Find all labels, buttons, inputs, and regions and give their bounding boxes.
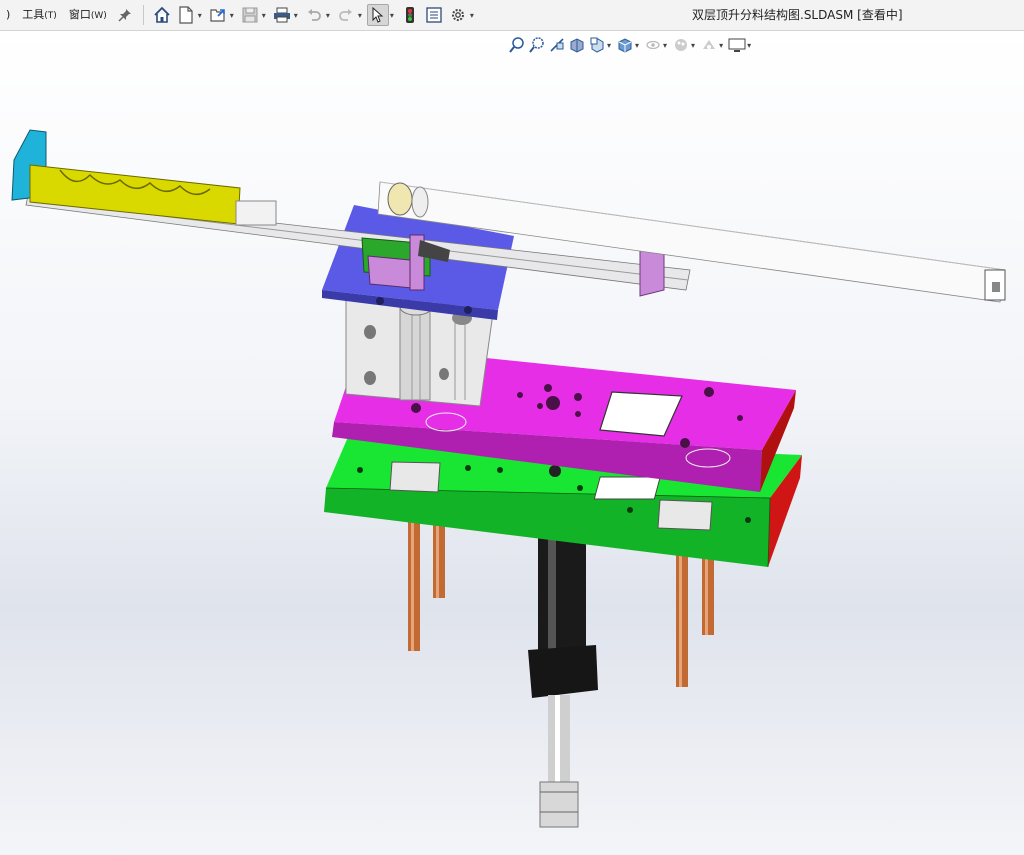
zoom-to-fit-icon[interactable] <box>507 35 527 55</box>
chevron-down-icon[interactable]: ▾ <box>663 41 667 50</box>
menu-window-key: (W) <box>90 11 107 21</box>
pin-icon[interactable] <box>114 4 136 26</box>
heads-up-view-toolbar: ▾ ▾ ▾ ▾ ▾ ▾ <box>507 34 755 56</box>
display-style-icon[interactable] <box>615 35 635 55</box>
edit-appearance-icon[interactable] <box>671 35 691 55</box>
options-gear-icon[interactable] <box>447 4 469 26</box>
chevron-down-icon[interactable]: ▾ <box>691 41 695 50</box>
chevron-down-icon[interactable]: ▾ <box>294 11 298 20</box>
menu-window-label: 窗口 <box>68 8 91 21</box>
open-icon[interactable] <box>207 4 229 26</box>
chevron-down-icon[interactable]: ▾ <box>262 11 266 20</box>
chevron-down-icon[interactable]: ▾ <box>719 41 723 50</box>
hide-show-items-icon[interactable] <box>643 35 663 55</box>
chevron-down-icon[interactable]: ▾ <box>747 41 751 50</box>
menu-fragment[interactable]: ) <box>0 0 16 30</box>
bottom-cylinder[interactable] <box>528 535 598 828</box>
chevron-down-icon[interactable]: ▾ <box>198 11 202 20</box>
chevron-down-icon[interactable]: ▾ <box>470 11 474 20</box>
view-settings-icon[interactable] <box>727 35 747 55</box>
apply-scene-icon[interactable] <box>699 35 719 55</box>
new-document-icon[interactable] <box>175 4 197 26</box>
chevron-down-icon[interactable]: ▾ <box>390 11 394 20</box>
chevron-down-icon[interactable]: ▾ <box>326 11 330 20</box>
menu-window[interactable]: 窗口(W) <box>63 0 113 30</box>
section-view-icon[interactable] <box>567 35 587 55</box>
chevron-down-icon[interactable]: ▾ <box>230 11 234 20</box>
chevron-down-icon[interactable]: ▾ <box>607 41 611 50</box>
menu-tools[interactable]: 工具(T) <box>16 0 63 30</box>
menu-tools-label: 工具 <box>22 8 45 21</box>
toolbar-separator <box>142 5 144 25</box>
zoom-to-area-icon[interactable] <box>527 35 547 55</box>
redo-icon[interactable] <box>335 4 357 26</box>
file-properties-icon[interactable] <box>423 4 445 26</box>
view-orientation-icon[interactable] <box>587 35 607 55</box>
select-pointer-icon[interactable] <box>366 4 389 26</box>
save-icon[interactable] <box>239 4 261 26</box>
print-icon[interactable] <box>271 4 293 26</box>
window-title: 双层顶升分料结构图.SLDASM [查看中] <box>692 8 903 22</box>
graphics-area[interactable] <box>0 31 1024 855</box>
chevron-down-icon[interactable]: ▾ <box>635 41 639 50</box>
home-icon[interactable] <box>151 4 173 26</box>
undo-icon[interactable] <box>303 4 325 26</box>
assembly-model[interactable] <box>0 31 1024 855</box>
chevron-down-icon[interactable]: ▾ <box>358 11 362 20</box>
menu-tools-key: (T) <box>44 11 57 21</box>
previous-view-icon[interactable] <box>547 35 567 55</box>
rebuild-traffic-light-icon[interactable] <box>399 4 421 26</box>
